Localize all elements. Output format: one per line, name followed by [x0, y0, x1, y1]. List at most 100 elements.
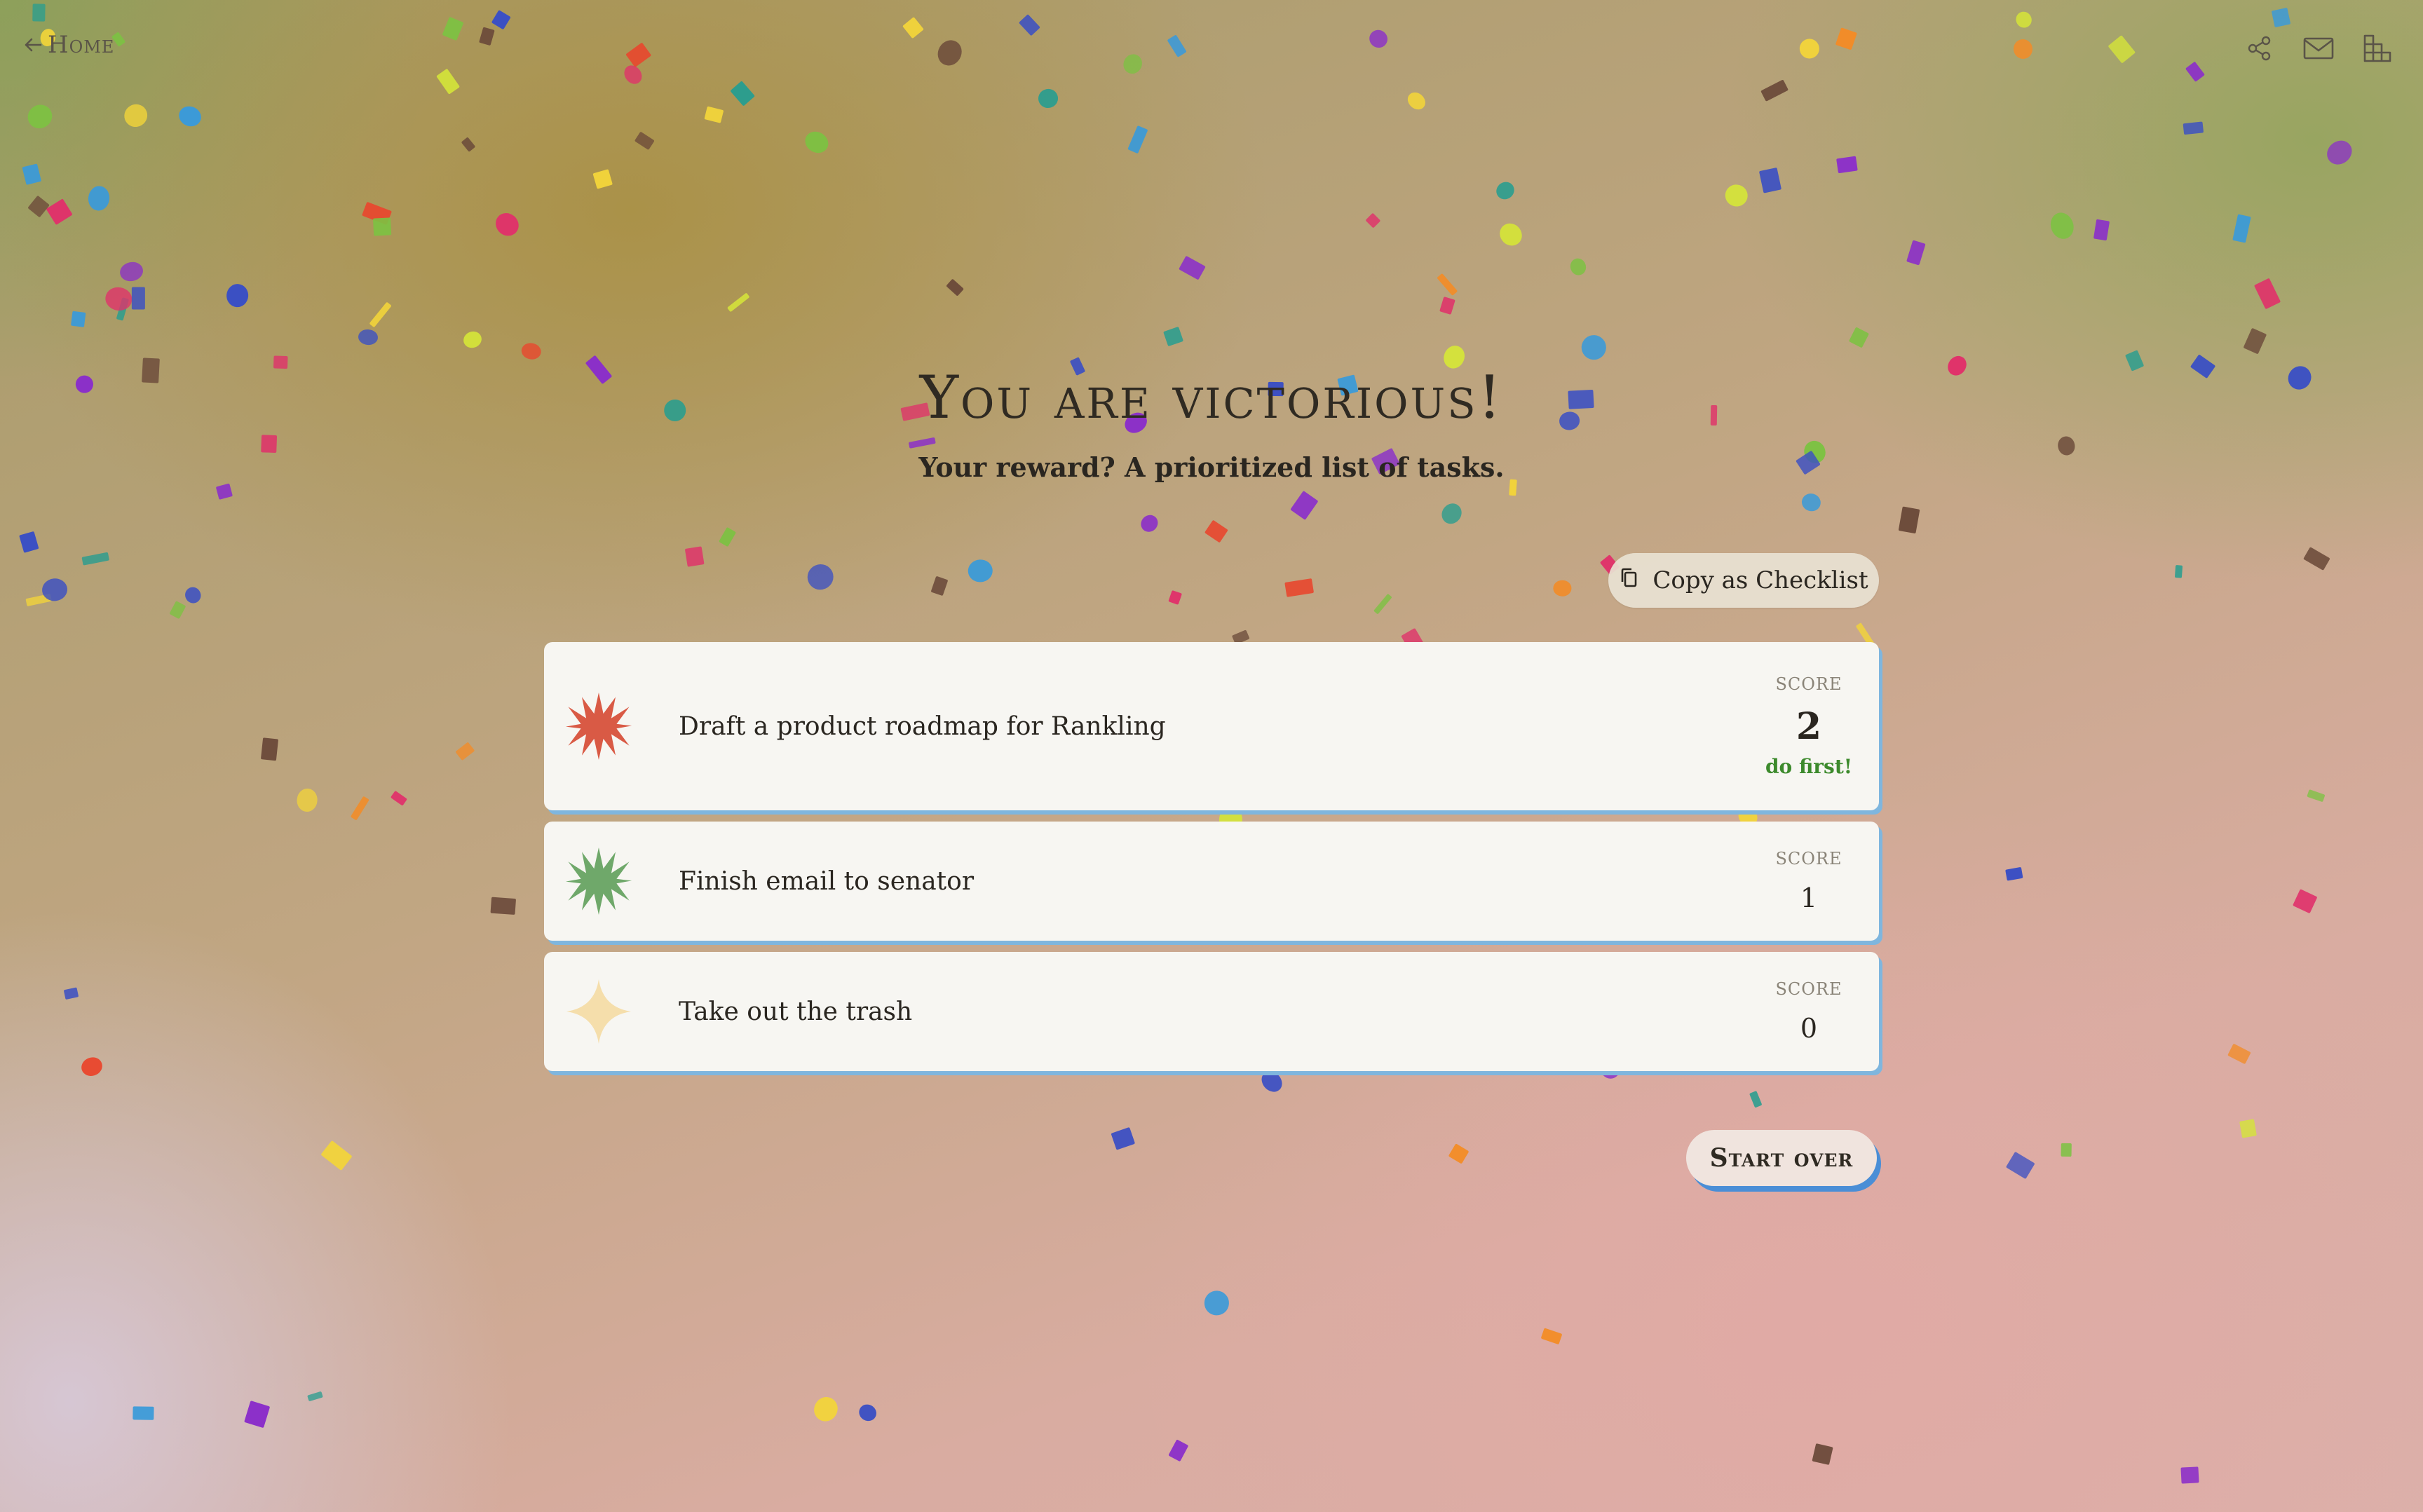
starburst-icon — [565, 847, 632, 915]
confetti-piece — [260, 737, 278, 761]
confetti-piece — [455, 742, 475, 761]
confetti-piece — [436, 68, 461, 95]
confetti-piece — [930, 575, 949, 597]
confetti-piece — [491, 208, 524, 241]
share-icon[interactable] — [2242, 31, 2277, 66]
confetti-piece — [320, 1140, 352, 1171]
confetti-piece — [41, 577, 69, 603]
confetti-piece — [634, 131, 655, 151]
page-subtitle: Your reward? A prioritized list of tasks… — [918, 451, 1505, 483]
score-label: SCORE — [1775, 674, 1842, 694]
confetti-piece — [856, 1401, 879, 1424]
confetti-piece — [25, 593, 53, 606]
confetti-piece — [1495, 219, 1527, 250]
confetti-piece — [1127, 125, 1148, 154]
confetti-piece — [803, 560, 838, 594]
confetti-piece — [719, 527, 737, 547]
confetti-piece — [1448, 1143, 1469, 1164]
confetti-piece — [520, 341, 543, 361]
confetti-piece — [182, 584, 204, 606]
task-card: Take out the trash SCORE 0 — [544, 952, 1879, 1071]
confetti-piece — [1540, 1328, 1562, 1345]
confetti-piece — [2012, 8, 2035, 31]
confetti-piece — [1365, 212, 1381, 229]
confetti-piece — [350, 796, 370, 821]
score-value: 1 — [1800, 883, 1818, 913]
confetti-piece — [2061, 1143, 2072, 1157]
home-link[interactable]: Home — [24, 31, 114, 59]
mail-icon[interactable] — [2301, 31, 2336, 66]
score-box: SCORE 0 — [1739, 979, 1879, 1044]
confetti-piece — [133, 1406, 154, 1420]
confetti-piece — [295, 787, 319, 812]
confetti-piece — [1162, 326, 1183, 347]
confetti-piece — [116, 297, 130, 321]
task-card: Draft a product roadmap for Rankling SCO… — [544, 642, 1879, 810]
confetti-piece — [306, 1391, 323, 1402]
confetti-piece — [87, 185, 111, 212]
confetti-piece — [461, 328, 484, 350]
confetti-piece — [2232, 214, 2252, 243]
confetti-piece — [1722, 182, 1751, 210]
confetti-piece — [478, 27, 496, 46]
task-title: Take out the trash — [679, 997, 913, 1026]
confetti-piece — [18, 531, 39, 553]
confetti-piece — [1284, 578, 1314, 597]
confetti-piece — [1812, 1443, 1833, 1466]
confetti-piece — [1178, 255, 1206, 280]
confetti-piece — [120, 100, 152, 132]
confetti-piece — [169, 600, 186, 620]
score-label: SCORE — [1775, 849, 1842, 869]
confetti-piece — [1203, 1290, 1230, 1316]
confetti-piece — [2243, 327, 2267, 354]
confetti-piece — [1373, 593, 1392, 615]
confetti-piece — [625, 42, 652, 68]
confetti-piece — [27, 195, 50, 218]
confetti-piece — [2302, 547, 2330, 571]
confetti-piece — [1404, 89, 1429, 114]
grid-chart-icon[interactable] — [2360, 31, 2395, 66]
confetti-piece — [369, 302, 392, 328]
confetti-piece — [1899, 505, 1920, 533]
four-point-star-icon — [565, 978, 632, 1045]
confetti-piece — [373, 217, 392, 236]
confetti-piece — [685, 546, 705, 567]
start-over-button[interactable]: Start over — [1686, 1130, 1877, 1186]
confetti-piece — [945, 278, 964, 297]
confetti-piece — [1568, 257, 1589, 278]
score-box: SCORE 1 — [1739, 849, 1879, 913]
confetti-piece — [726, 292, 750, 313]
confetti-piece — [22, 163, 42, 185]
copy-icon — [1619, 566, 1638, 595]
score-label: SCORE — [1775, 979, 1842, 999]
confetti-piece — [391, 790, 408, 807]
score-value: 2 — [1796, 705, 1822, 748]
confetti-piece — [461, 137, 476, 153]
confetti-piece — [103, 285, 134, 313]
home-label: Home — [48, 31, 115, 59]
confetti-piece — [1167, 34, 1187, 57]
confetti-piece — [1437, 499, 1466, 528]
confetti-piece — [1749, 1090, 1763, 1108]
confetti-piece — [1168, 1439, 1189, 1462]
confetti-piece — [79, 1054, 105, 1079]
starburst-shape — [565, 847, 632, 915]
confetti-piece — [909, 437, 936, 449]
four-point-star-shape — [566, 979, 631, 1044]
confetti-piece — [1137, 510, 1162, 536]
copy-as-checklist-button[interactable]: Copy as Checklist — [1608, 553, 1879, 608]
confetti-piece — [2004, 867, 2023, 882]
confetti-piece — [1796, 35, 1823, 62]
confetti-piece — [902, 16, 925, 39]
confetti-piece — [46, 198, 73, 226]
confetti-piece — [1835, 156, 1858, 174]
confetti-piece — [1019, 14, 1040, 36]
confetti-piece — [1760, 79, 1789, 102]
confetti-piece — [1036, 88, 1059, 110]
confetti-piece — [1290, 491, 1319, 521]
confetti-piece — [1849, 327, 1870, 348]
score-value: 0 — [1800, 1013, 1818, 1044]
confetti-piece — [2183, 121, 2204, 135]
confetti-piece — [2175, 564, 2183, 578]
confetti-piece — [1437, 273, 1458, 297]
